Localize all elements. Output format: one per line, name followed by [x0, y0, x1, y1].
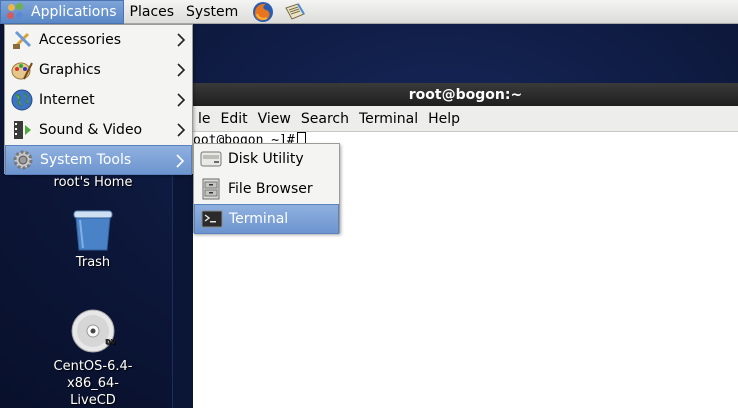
places-label: Places	[129, 3, 175, 20]
desktop-icon-home[interactable]: root's Home	[28, 174, 158, 191]
applications-dropdown: Accessories Graphics Internet Sound & Vi…	[4, 24, 193, 175]
desktop-icon-dvd[interactable]: DVD CentOS-6.4-x86_64- LiveCD	[28, 308, 158, 408]
top-panel: Applications Places System	[0, 0, 738, 24]
menu-item-sound-video[interactable]: Sound & Video	[5, 115, 192, 145]
sound-video-icon	[10, 118, 34, 142]
system-tools-label: System Tools	[40, 152, 132, 168]
places-menu-button[interactable]: Places	[124, 0, 181, 24]
trash-icon	[73, 210, 113, 251]
menu-item-disk-utility[interactable]: Disk Utility	[194, 144, 339, 174]
applications-menu-button[interactable]: Applications	[0, 0, 124, 24]
dvd-badge: DVD	[105, 338, 116, 346]
file-cabinet-icon	[199, 177, 223, 201]
system-tools-submenu: Disk Utility File Browser Terminal	[193, 143, 340, 234]
menu-item-terminal[interactable]: Terminal	[194, 204, 339, 234]
desktop-icon-trash[interactable]: Trash	[28, 208, 158, 271]
home-label: root's Home	[53, 175, 133, 190]
disk-utility-icon	[199, 147, 223, 171]
menu-item-graphics[interactable]: Graphics	[5, 55, 192, 85]
terminal-label: Terminal	[229, 211, 289, 227]
menu-item-internet[interactable]: Internet	[5, 85, 192, 115]
menu-item-file-browser[interactable]: File Browser	[194, 174, 339, 204]
chevron-right-icon	[177, 93, 186, 107]
terminal-menu-file[interactable]: le	[193, 111, 216, 127]
dvd-label-line2: LiveCD	[70, 393, 116, 408]
dvd-label-line1: CentOS-6.4-x86_64-	[53, 359, 133, 391]
terminal-titlebar[interactable]: root@bogon:~	[193, 83, 738, 106]
trash-label: Trash	[75, 255, 111, 270]
firefox-icon	[253, 1, 274, 22]
system-tools-gear-icon	[11, 148, 35, 172]
dvd-icon: DVD	[71, 309, 116, 353]
disk-utility-label: Disk Utility	[228, 151, 304, 167]
terminal-menu-edit[interactable]: Edit	[216, 111, 253, 127]
applications-foot-icon	[7, 2, 25, 21]
graphics-icon	[10, 58, 34, 82]
applications-label: Applications	[31, 3, 117, 20]
terminal-menu-search[interactable]: Search	[296, 111, 354, 127]
terminal-menu-help[interactable]: Help	[423, 111, 465, 127]
system-label: System	[186, 3, 239, 20]
accessories-label: Accessories	[39, 32, 122, 48]
file-browser-label: File Browser	[228, 181, 313, 197]
chevron-right-icon	[177, 123, 186, 137]
terminal-title: root@bogon:~	[408, 86, 523, 103]
terminal-icon	[200, 207, 224, 231]
chevron-right-icon	[177, 63, 186, 77]
internet-globe-icon	[10, 88, 34, 112]
notes-launcher[interactable]	[282, 0, 308, 24]
terminal-menu-terminal[interactable]: Terminal	[354, 111, 423, 127]
graphics-label: Graphics	[39, 62, 101, 78]
firefox-launcher[interactable]	[250, 0, 276, 24]
terminal-menubar: le Edit View Search Terminal Help	[193, 106, 738, 132]
sound-video-label: Sound & Video	[39, 122, 143, 138]
chevron-right-icon	[177, 33, 186, 47]
accessories-icon	[10, 28, 34, 52]
notes-icon	[285, 2, 306, 20]
menu-item-accessories[interactable]: Accessories	[5, 25, 192, 55]
terminal-menu-view[interactable]: View	[253, 111, 296, 127]
internet-label: Internet	[39, 92, 95, 108]
system-menu-button[interactable]: System	[180, 0, 244, 24]
menu-item-system-tools[interactable]: System Tools	[5, 145, 192, 175]
chevron-right-icon	[176, 154, 185, 168]
